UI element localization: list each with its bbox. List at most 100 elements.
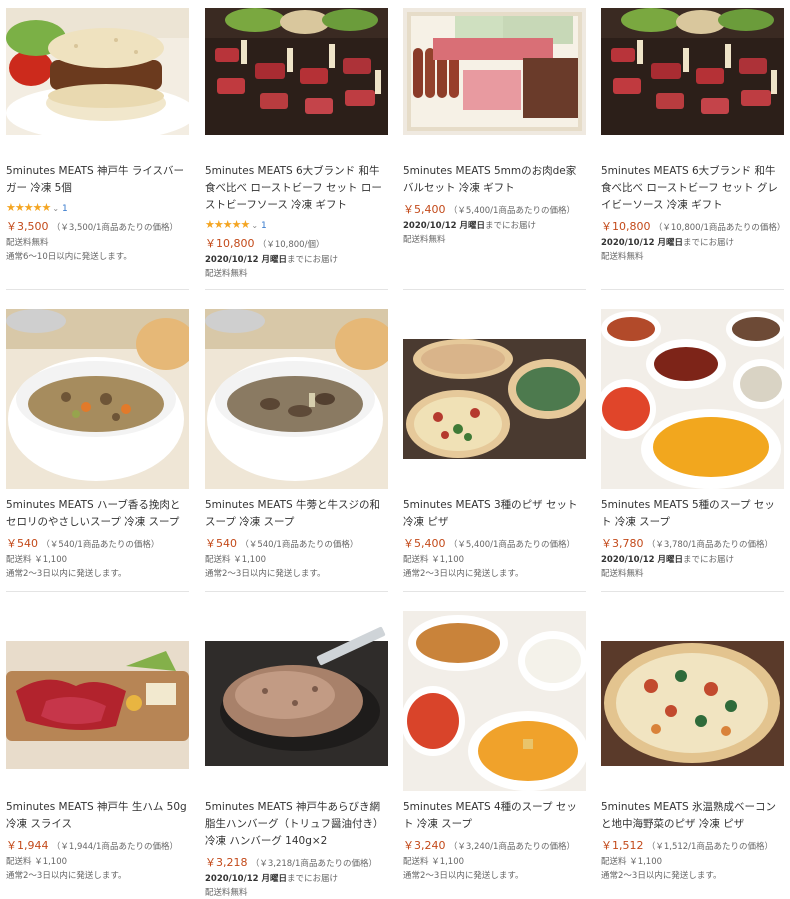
unit-price: （￥5,400/1商品あたりの価格） (448, 540, 575, 550)
product-card[interactable]: 5minutes MEATS 4種のスープ セット 冷凍 スープ ￥3,240 … (403, 611, 586, 883)
delivery-date: 2020/10/12 月曜日までにお届け (205, 872, 388, 886)
ship-note: 通常2〜3日以内に発送します。 (6, 871, 127, 881)
product-card[interactable]: 5minutes MEATS 氷温熟成ベーコンと地中海野菜のピザ 冷凍 ピザ ￥… (601, 611, 784, 883)
product-image[interactable] (6, 309, 189, 489)
shipping-fee: 配送料無料 (205, 888, 248, 898)
shipping-fee: 配送料 ￥1,100 (205, 555, 267, 565)
shipping-fee: 配送料 ￥1,100 (6, 857, 68, 867)
chevron-down-icon[interactable]: ⌄ (251, 221, 258, 230)
product-image[interactable] (6, 611, 189, 791)
row-divider (601, 289, 784, 290)
price-line: ￥3,780 （￥3,780/1商品あたりの価格） (601, 536, 784, 553)
row-divider (205, 591, 388, 592)
chevron-down-icon[interactable]: ⌄ (52, 204, 59, 213)
product-price: ￥540 (6, 537, 38, 550)
review-count-link[interactable]: 1 (261, 221, 267, 231)
star-rating-icon: ★★★★★ (205, 218, 250, 231)
price-line: ￥540 （￥540/1商品あたりの価格） (6, 536, 189, 553)
ship-note: 通常6〜10日以内に発送します。 (6, 252, 132, 262)
row-divider (6, 289, 189, 290)
unit-price: （￥3,780/1商品あたりの価格） (646, 540, 773, 550)
product-price: ￥3,500 (6, 220, 49, 233)
unit-price: （￥10,800/1商品あたりの価格） (653, 223, 786, 233)
shipping-fee: 配送料無料 (403, 235, 446, 245)
rating-stars[interactable]: ★★★★★ ⌄ 1 (6, 200, 189, 217)
price-line: ￥3,500 （￥3,500/1商品あたりの価格） (6, 219, 189, 236)
product-price: ￥3,780 (601, 537, 644, 550)
delivery-suffix: までにお届け (484, 221, 536, 231)
product-title[interactable]: 5minutes MEATS 神戸牛あらびき網脂生ハンバーグ（トリュフ醤油付き）… (205, 799, 388, 850)
product-title[interactable]: 5minutes MEATS 氷温熟成ベーコンと地中海野菜のピザ 冷凍 ピザ (601, 799, 784, 833)
delivery-suffix: までにお届け (286, 874, 338, 884)
product-image[interactable] (601, 611, 784, 791)
price-line: ￥540 （￥540/1商品あたりの価格） (205, 536, 388, 553)
shipping-fee: 配送料 ￥1,100 (6, 555, 68, 565)
delivery-date: 2020/10/12 月曜日までにお届け (403, 219, 586, 233)
delivery-suffix: までにお届け (682, 238, 734, 248)
product-title[interactable]: 5minutes MEATS ハーブ香る挽肉とセロリのやさしいスープ 冷凍 スー… (6, 497, 189, 531)
product-price: ￥10,800 (205, 237, 255, 250)
price-line: ￥10,800 （￥10,800/1商品あたりの価格） (601, 219, 786, 236)
product-image[interactable] (205, 8, 388, 135)
shipping-fee: 配送料 ￥1,100 (601, 857, 663, 867)
unit-price: （￥10,800/個） (257, 240, 325, 250)
product-card[interactable]: 5minutes MEATS 神戸牛 ライスバーガー 冷凍 5個 ★★★★★ ⌄ 1… (6, 8, 189, 264)
unit-price: （￥3,218/1商品あたりの価格） (250, 859, 377, 869)
shipping-fee: 配送料無料 (205, 269, 248, 279)
product-card[interactable]: 5minutes MEATS 3種のピザ セット 冷凍 ピザ ￥5,400 （￥… (403, 309, 586, 581)
review-count-link[interactable]: 1 (62, 204, 68, 214)
product-title[interactable]: 5minutes MEATS 牛蒡と牛スジの和スープ 冷凍 スープ (205, 497, 388, 531)
product-image[interactable] (205, 309, 388, 489)
product-title[interactable]: 5minutes MEATS 神戸牛 生ハム 50g 冷凍 スライス (6, 799, 189, 833)
shipping-fee: 配送料 ￥1,100 (403, 555, 465, 565)
product-card[interactable]: 5minutes MEATS 6大ブランド 和牛食べ比べ ローストビーフ セット… (205, 8, 388, 281)
unit-price: （￥5,400/1商品あたりの価格） (448, 206, 575, 216)
product-card[interactable]: 5minutes MEATS 5種のスープ セット 冷凍 スープ ￥3,780 … (601, 309, 784, 581)
product-title[interactable]: 5minutes MEATS 6大ブランド 和牛食べ比べ ローストビーフ セット… (601, 163, 784, 214)
product-title[interactable]: 5minutes MEATS 6大ブランド 和牛食べ比べ ローストビーフ セット… (205, 163, 388, 214)
product-price: ￥5,400 (403, 537, 446, 550)
delivery-date-value: 2020/10/12 月曜日 (205, 874, 287, 884)
shipping-fee: 配送料無料 (601, 252, 644, 262)
product-card[interactable]: 5minutes MEATS 6大ブランド 和牛食べ比べ ローストビーフ セット… (601, 8, 786, 264)
product-card[interactable]: 5minutes MEATS 牛蒡と牛スジの和スープ 冷凍 スープ ￥540 （… (205, 309, 388, 581)
product-image[interactable] (6, 8, 189, 135)
unit-price: （￥1,944/1商品あたりの価格） (51, 842, 178, 852)
delivery-date: 2020/10/12 月曜日までにお届け (205, 253, 388, 267)
product-title[interactable]: 5minutes MEATS 4種のスープ セット 冷凍 スープ (403, 799, 586, 833)
product-card[interactable]: 5minutes MEATS 5mmのお肉de家バルセット 冷凍 ギフト ￥5,… (403, 8, 586, 247)
product-title[interactable]: 5minutes MEATS 3種のピザ セット 冷凍 ピザ (403, 497, 586, 531)
delivery-date-value: 2020/10/12 月曜日 (601, 238, 683, 248)
unit-price: （￥1,512/1商品あたりの価格） (646, 842, 773, 852)
product-image[interactable] (205, 611, 388, 791)
product-card[interactable]: 5minutes MEATS 神戸牛 生ハム 50g 冷凍 スライス ￥1,94… (6, 611, 189, 883)
product-image[interactable] (403, 309, 586, 489)
product-image[interactable] (403, 611, 586, 791)
ship-note: 通常2〜3日以内に発送します。 (403, 871, 524, 881)
product-price: ￥3,240 (403, 839, 446, 852)
unit-price: （￥540/1商品あたりの価格） (240, 540, 359, 550)
product-price: ￥1,512 (601, 839, 644, 852)
product-card[interactable]: 5minutes MEATS 神戸牛あらびき網脂生ハンバーグ（トリュフ醤油付き）… (205, 611, 388, 899)
price-line: ￥1,944 （￥1,944/1商品あたりの価格） (6, 838, 189, 855)
price-line: ￥3,240 （￥3,240/1商品あたりの価格） (403, 838, 586, 855)
product-title[interactable]: 5minutes MEATS 神戸牛 ライスバーガー 冷凍 5個 (6, 163, 189, 197)
rating-stars[interactable]: ★★★★★ ⌄ 1 (205, 217, 388, 234)
unit-price: （￥540/1商品あたりの価格） (41, 540, 160, 550)
product-image[interactable] (403, 8, 586, 135)
row-divider (403, 591, 586, 592)
delivery-date: 2020/10/12 月曜日までにお届け (601, 236, 784, 250)
product-title[interactable]: 5minutes MEATS 5種のスープ セット 冷凍 スープ (601, 497, 784, 531)
ship-note: 通常2〜3日以内に発送します。 (6, 569, 127, 579)
unit-price: （￥3,500/1商品あたりの価格） (51, 223, 178, 233)
shipping-fee: 配送料無料 (601, 569, 644, 579)
product-image[interactable] (601, 309, 784, 489)
price-line: ￥5,400 （￥5,400/1商品あたりの価格） (403, 202, 586, 219)
product-card[interactable]: 5minutes MEATS ハーブ香る挽肉とセロリのやさしいスープ 冷凍 スー… (6, 309, 189, 581)
delivery-date-value: 2020/10/12 月曜日 (403, 221, 485, 231)
product-image[interactable] (601, 8, 784, 135)
delivery-suffix: までにお届け (682, 555, 734, 565)
product-price: ￥3,218 (205, 856, 248, 869)
product-title[interactable]: 5minutes MEATS 5mmのお肉de家バルセット 冷凍 ギフト (403, 163, 586, 197)
star-rating-icon: ★★★★★ (6, 201, 51, 214)
